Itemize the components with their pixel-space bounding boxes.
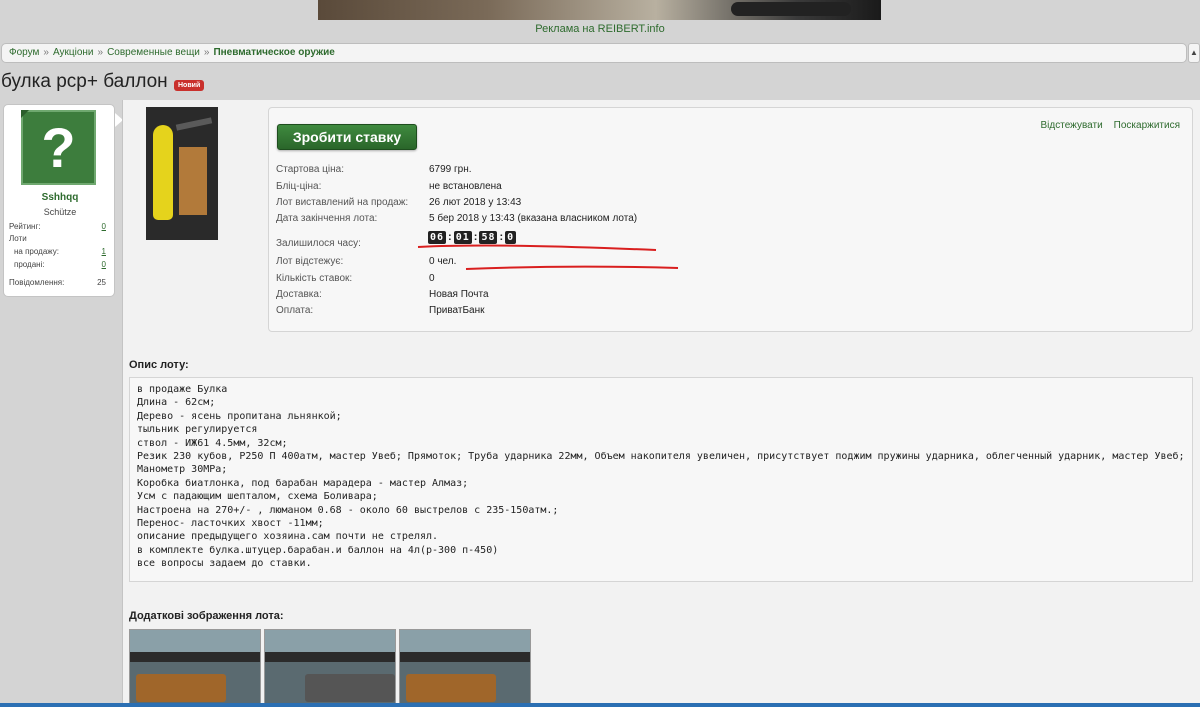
timer-colon: : [473,231,478,243]
avatar-corner-icon [21,110,29,118]
start-price-value: 6799 грн. [429,164,472,175]
listed-date-label: Лот виставлений на продаж: [276,197,409,208]
question-mark-icon: ? [41,116,76,179]
start-price-label: Стартова ціна: [276,164,344,175]
timer-seconds: 0 [505,230,517,244]
place-bid-button[interactable]: Зробити ставку [277,124,417,150]
lot-main-image[interactable] [146,107,218,240]
description-line: Усм с падающим шепталом, схема Боливара; [137,491,378,503]
breadcrumb-separator: » [203,47,210,58]
for-sale-label: на продажу: [14,247,59,256]
description-line: Настроена на 270+/- , люманом 0.68 - око… [137,504,559,516]
tank-graphic [153,125,173,220]
stock-graphic [179,147,207,215]
listed-date-value: 26 лют 2018 у 13:43 [429,197,522,208]
user-sidebar: ? Sshhqq Schütze Рейтинг: 0 Лоти на прод… [0,100,123,707]
time-left-label: Залишилося часу: [276,238,361,249]
description-title: Опис лоту: [129,359,189,371]
description-line: в комплекте булка.штуцер.барабан.и балло… [137,544,499,556]
sold-label: продані: [14,260,45,269]
description-line: Перенос- ласточких хвост -11мм; [137,518,324,530]
lots-label: Лоти [9,234,27,243]
thumb-barrel [265,652,395,662]
end-date-value: 5 бер 2018 у 13:43 (вказана власником ло… [429,213,638,224]
ad-caption[interactable]: Реклама на REIBERT.info [0,23,1200,35]
description-line: Коробка биатлонка, под барабан марадера … [137,477,469,489]
breadcrumb-menu-icon[interactable]: ▲ [1188,43,1200,63]
ad-banner-image[interactable] [318,0,881,20]
report-link[interactable]: Поскаржитися [1114,120,1180,131]
bids-count-label: Кількість ставок: [276,273,353,284]
description-box: в продаже Булка Длина - 62см; Дерево - я… [129,377,1193,582]
description-line: ствол - ИЖ61 4.5мм, 32см; [137,437,288,449]
additional-images-title: Додаткові зображення лота: [129,610,284,622]
user-card: ? Sshhqq Schütze Рейтинг: 0 Лоти на прод… [3,104,123,297]
description-line: в продаже Булка [137,384,228,395]
description-line: Дерево - ясень пропитана льнянкой; [137,410,342,422]
new-badge: Новий [174,80,205,91]
breadcrumb-item-current[interactable]: Пневматическое оружие [213,47,334,58]
description-line: Манометр 30МРа; [137,464,228,476]
messages-value: 25 [97,278,106,287]
scope-graphic [731,2,851,16]
breadcrumb-item-auctions[interactable]: Аукціони [53,47,94,58]
rating-value[interactable]: 0 [102,222,106,231]
delivery-label: Доставка: [276,289,322,300]
payment-label: Оплата: [276,305,314,316]
user-title: Schütze [43,207,77,217]
description-line: Длина - 62см; [137,397,216,409]
thumb-stock [406,674,496,702]
bids-count-value: 0 [429,273,435,284]
lot-thumbnail[interactable] [399,629,531,707]
description-line: описание предыдущего хозяина.сам почти н… [137,531,439,543]
description-line: тыльник регулируется [137,424,258,436]
lot-content: Зробити ставку Відстежувати Поскаржитися … [122,100,1200,707]
rating-label: Рейтинг: [9,222,41,231]
os-taskbar [0,703,1200,707]
payment-value: ПриватБанк [429,305,485,316]
thumb-barrel [130,652,260,662]
timer-minutes: 58 [479,230,498,244]
sold-value[interactable]: 0 [102,260,106,269]
for-sale-value[interactable]: 1 [102,247,106,256]
username[interactable]: Sshhqq [4,192,116,203]
rail-graphic [175,117,213,131]
timer-colon: : [448,231,452,243]
lot-actions: Відстежувати Поскаржитися [1030,120,1180,131]
messages-label: Повідомлення: [9,278,65,287]
lot-info-panel: Зробити ставку Відстежувати Поскаржитися … [268,107,1193,332]
description-line: все вопросы задаем до ставки. [137,558,312,570]
blitz-price-value: не встановлена [429,181,502,192]
thumb-stock [305,674,395,702]
breadcrumb-separator: » [97,47,104,58]
end-date-label: Дата закінчення лота: [276,213,378,224]
page-title: булка pcp+ баллон [1,71,168,92]
thumb-stock [136,674,226,702]
watch-link[interactable]: Відстежувати [1041,120,1103,131]
timer-colon: : [499,231,504,243]
timer-hours: 01 [453,230,472,244]
lot-thumbnail[interactable] [264,629,396,707]
watchers-label: Лот відстежує: [276,256,344,267]
timer-days: 06 [428,230,447,244]
watchers-value: 0 чел. [429,256,457,267]
breadcrumb: Форум» Аукціони» Современные вещи» Пневмати… [1,43,1187,63]
description-line: Резик 230 кубов, Р250 П 400атм, мастер У… [137,451,1185,463]
thumb-barrel [400,652,530,662]
breadcrumb-item-modern[interactable]: Современные вещи [107,47,200,58]
delivery-value: Новая Почта [429,289,489,300]
blitz-price-label: Бліц-ціна: [276,181,322,192]
lot-thumbnail[interactable] [129,629,261,707]
countdown-timer: 06: 01: 58: 0 [427,229,517,245]
breadcrumb-separator: » [43,47,49,58]
avatar[interactable]: ? [21,110,96,185]
breadcrumb-item-forum[interactable]: Форум [9,47,39,58]
